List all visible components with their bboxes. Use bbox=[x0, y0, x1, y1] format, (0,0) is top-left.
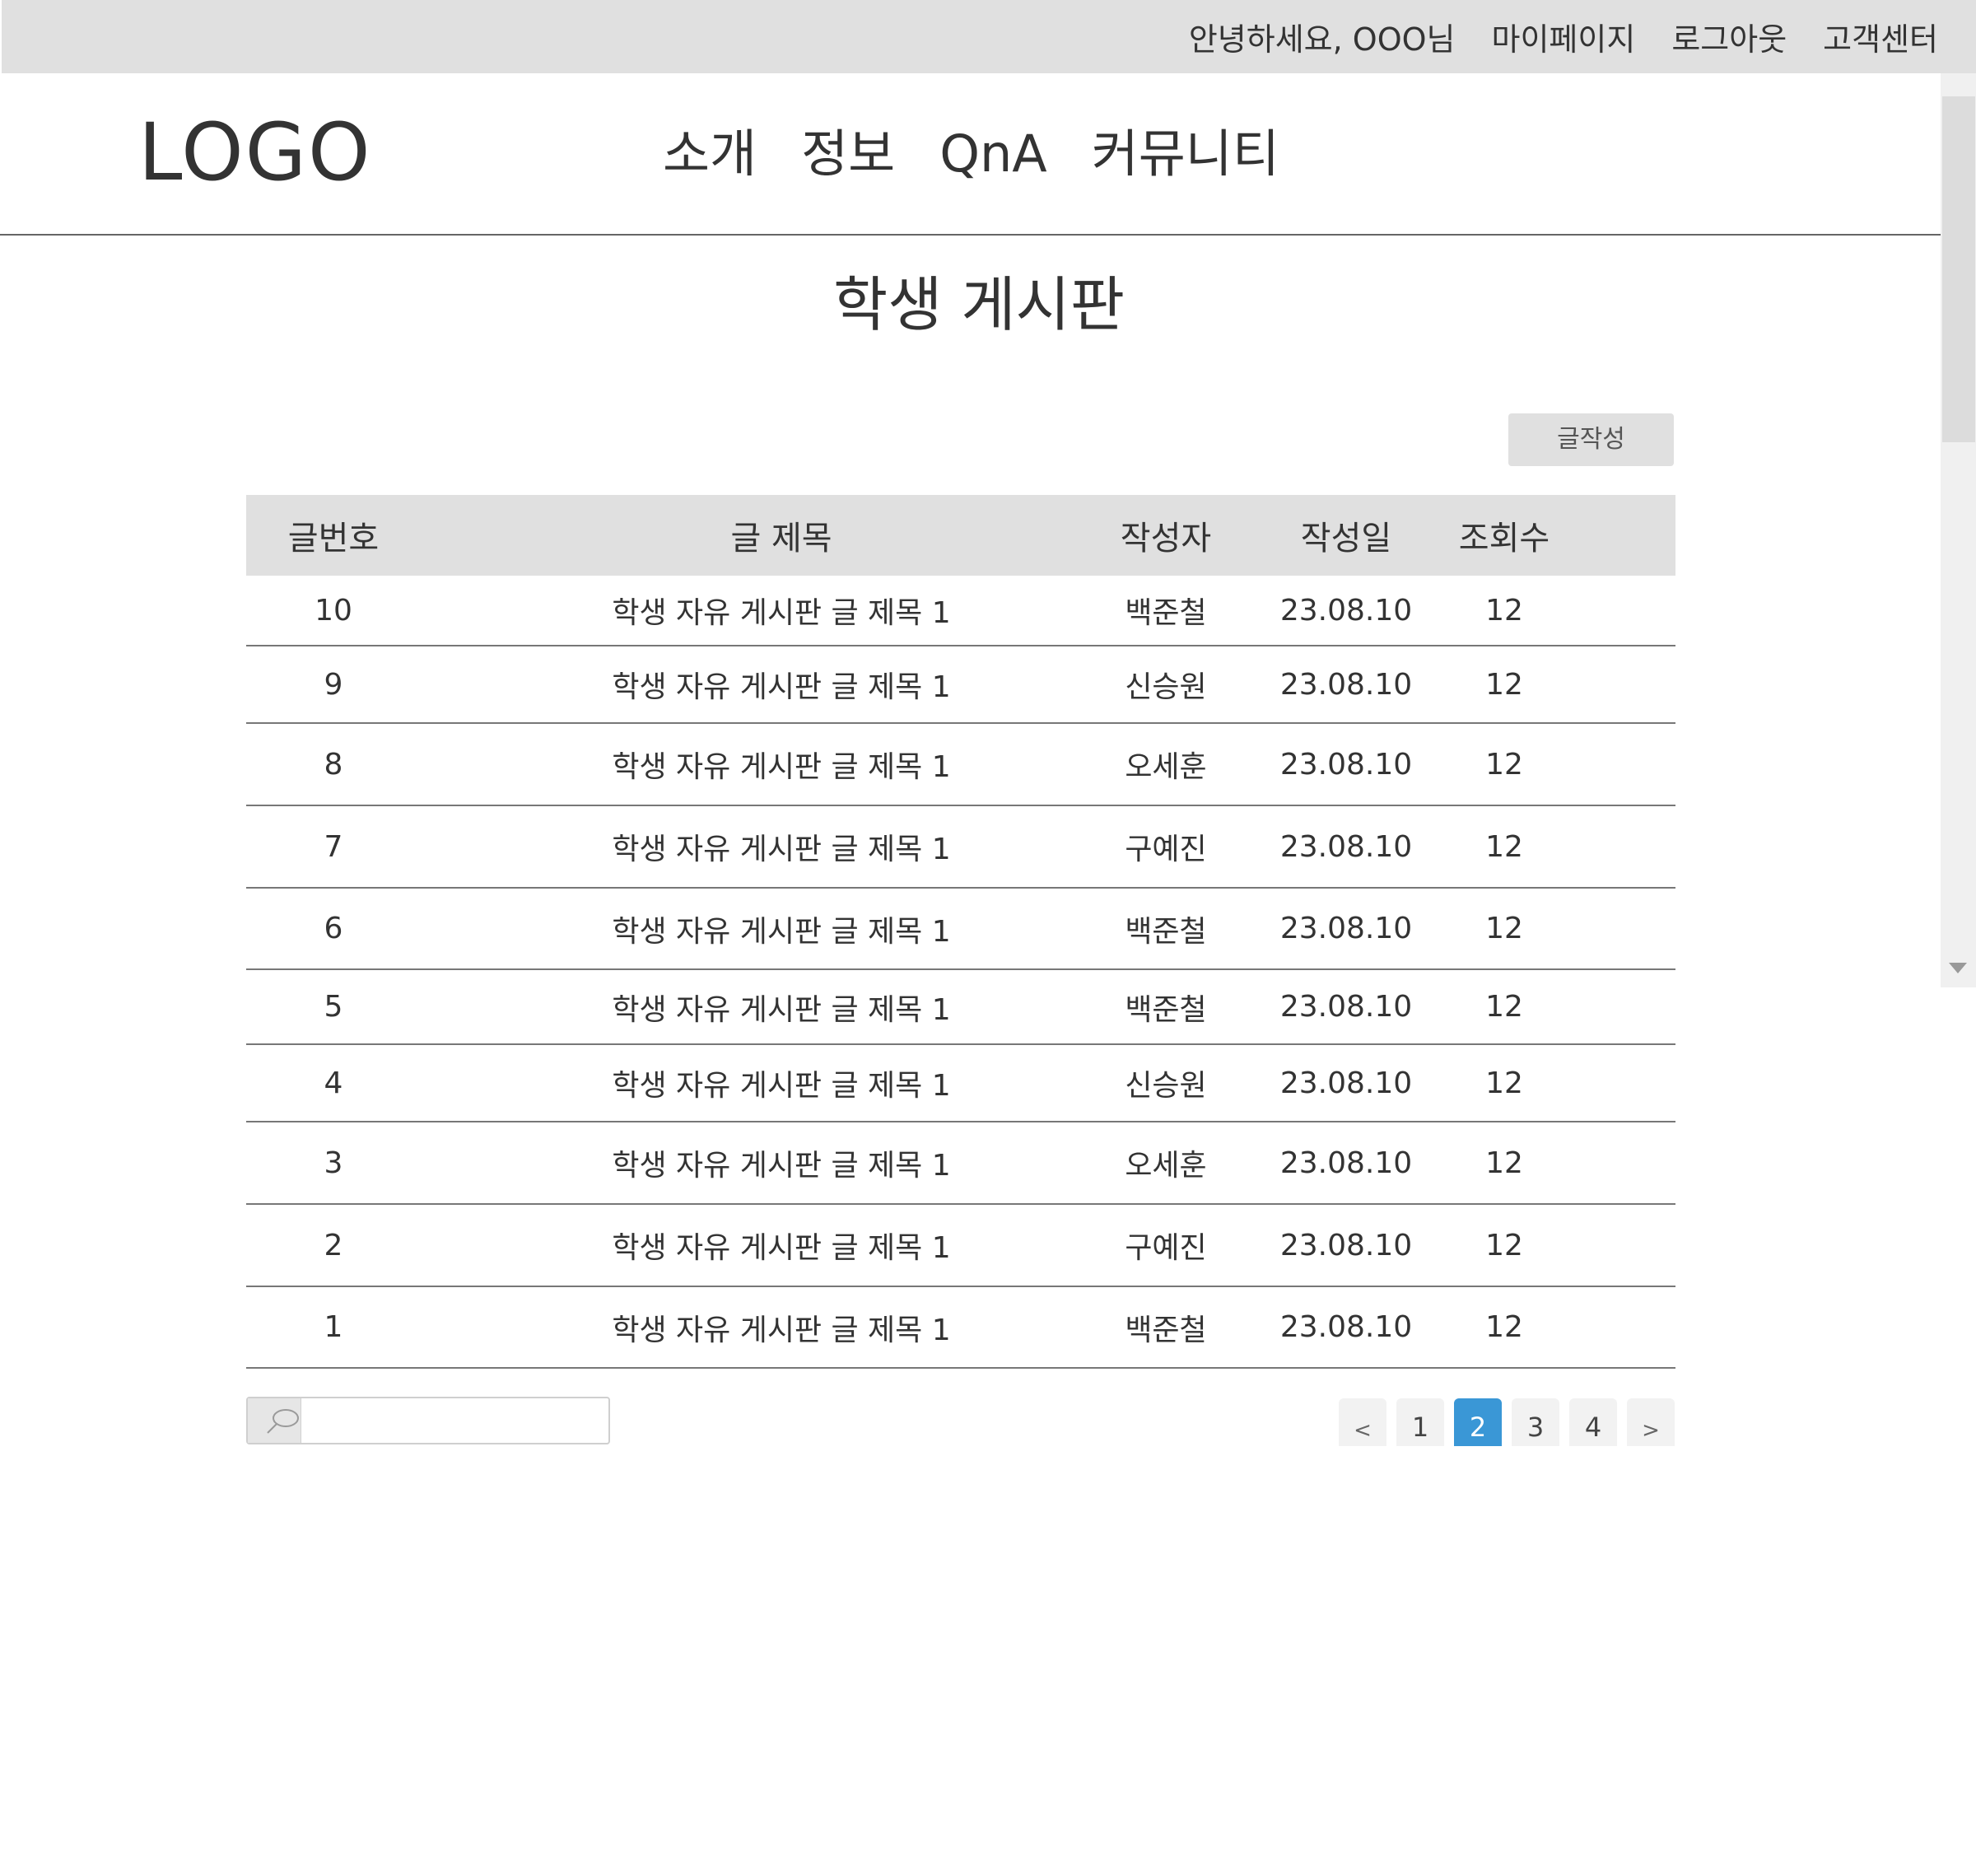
nav-item-info[interactable]: 정보 bbox=[801, 117, 895, 191]
page-1-button[interactable]: 1 bbox=[1396, 1398, 1444, 1446]
post-author: 신승원 bbox=[1125, 1069, 1207, 1103]
post-number: 3 bbox=[324, 1146, 343, 1180]
nav-item-intro[interactable]: 소개 bbox=[663, 117, 757, 191]
search-box bbox=[246, 1397, 610, 1444]
post-views: 12 bbox=[1485, 667, 1523, 702]
write-post-button[interactable]: 글작성 bbox=[1508, 413, 1674, 466]
header-views: 조회수 bbox=[1458, 520, 1550, 558]
search-input[interactable] bbox=[301, 1398, 608, 1443]
post-author: 백준철 bbox=[1125, 992, 1207, 1027]
header-post-number: 글번호 bbox=[287, 520, 380, 558]
table-row[interactable]: 2 학생 자유 게시판 글 제목 1 구예진 23.08.10 12 bbox=[246, 1205, 1675, 1287]
post-date: 23.08.10 bbox=[1279, 912, 1413, 945]
post-title-link[interactable]: 학생 자유 게시판 글 제목 1 bbox=[518, 576, 1045, 645]
table-row[interactable]: 9 학생 자유 게시판 글 제목 1 신승원 23.08.10 12 bbox=[246, 646, 1675, 724]
logout-link[interactable]: 로그아웃 bbox=[1671, 14, 1787, 59]
table-row[interactable]: 6 학생 자유 게시판 글 제목 1 백준철 23.08.10 12 bbox=[246, 889, 1675, 970]
board-table: 글번호 글 제목 작성자 작성일 조회수 10 학생 자유 게시판 글 제목 1… bbox=[246, 495, 1675, 1369]
site-logo[interactable]: LOGO bbox=[138, 107, 372, 198]
greeting-text: 안녕하세요, OOO님 bbox=[1188, 21, 1456, 58]
pagination-prev-button[interactable]: < bbox=[1339, 1398, 1386, 1446]
post-date: 23.08.10 bbox=[1279, 1066, 1413, 1100]
post-number: 7 bbox=[324, 829, 343, 864]
header-post-title: 글 제목 bbox=[730, 520, 832, 558]
table-row[interactable]: 10 학생 자유 게시판 글 제목 1 백준철 23.08.10 12 bbox=[246, 576, 1675, 646]
post-views: 12 bbox=[1485, 829, 1523, 864]
pagination-next-button[interactable]: > bbox=[1627, 1398, 1675, 1446]
post-views: 12 bbox=[1485, 747, 1523, 782]
post-title-link[interactable]: 학생 자유 게시판 글 제목 1 bbox=[518, 646, 1045, 722]
post-number: 4 bbox=[324, 1066, 343, 1100]
table-row[interactable]: 3 학생 자유 게시판 글 제목 1 오세훈 23.08.10 12 bbox=[246, 1122, 1675, 1205]
post-views: 12 bbox=[1485, 1310, 1523, 1344]
header-author: 작성자 bbox=[1120, 520, 1212, 558]
post-author: 백준철 bbox=[1125, 596, 1207, 630]
post-title-link[interactable]: 학생 자유 게시판 글 제목 1 bbox=[518, 1122, 1045, 1203]
post-title-link[interactable]: 학생 자유 게시판 글 제목 1 bbox=[518, 889, 1045, 968]
post-views: 12 bbox=[1485, 1228, 1523, 1262]
post-author: 신승원 bbox=[1125, 670, 1207, 704]
post-title-link[interactable]: 학생 자유 게시판 글 제목 1 bbox=[518, 970, 1045, 1043]
table-row[interactable]: 7 학생 자유 게시판 글 제목 1 구예진 23.08.10 12 bbox=[246, 806, 1675, 889]
table-row[interactable]: 4 학생 자유 게시판 글 제목 1 신승원 23.08.10 12 bbox=[246, 1045, 1675, 1122]
post-date: 23.08.10 bbox=[1279, 593, 1413, 628]
post-author: 백준철 bbox=[1125, 914, 1207, 949]
table-header: 글번호 글 제목 작성자 작성일 조회수 bbox=[246, 495, 1675, 576]
post-date: 23.08.10 bbox=[1279, 1228, 1413, 1262]
post-number: 5 bbox=[324, 990, 343, 1024]
page-title: 학생 게시판 bbox=[832, 270, 1125, 339]
page-4-button[interactable]: 4 bbox=[1569, 1398, 1617, 1446]
post-author: 구예진 bbox=[1125, 1231, 1207, 1265]
post-views: 12 bbox=[1485, 1146, 1523, 1180]
vertical-scrollbar[interactable] bbox=[1941, 73, 1976, 987]
customer-center-link[interactable]: 고객센터 bbox=[1823, 14, 1938, 59]
post-number: 9 bbox=[324, 667, 343, 702]
post-views: 12 bbox=[1485, 990, 1523, 1024]
table-row[interactable]: 5 학생 자유 게시판 글 제목 1 백준철 23.08.10 12 bbox=[246, 970, 1675, 1045]
post-date: 23.08.10 bbox=[1279, 990, 1413, 1024]
post-date: 23.08.10 bbox=[1279, 829, 1413, 864]
search-icon[interactable] bbox=[248, 1398, 301, 1443]
post-views: 12 bbox=[1485, 593, 1523, 628]
post-views: 12 bbox=[1485, 912, 1523, 945]
post-author: 오세훈 bbox=[1125, 750, 1207, 784]
mypage-link[interactable]: 마이페이지 bbox=[1492, 14, 1636, 59]
post-number: 8 bbox=[324, 747, 343, 782]
post-date: 23.08.10 bbox=[1279, 667, 1413, 702]
table-row[interactable]: 1 학생 자유 게시판 글 제목 1 백준철 23.08.10 12 bbox=[246, 1287, 1675, 1369]
post-title-link[interactable]: 학생 자유 게시판 글 제목 1 bbox=[518, 806, 1045, 887]
header-divider bbox=[0, 234, 1941, 236]
post-author: 백준철 bbox=[1125, 1313, 1207, 1347]
nav-item-qna[interactable]: QnA bbox=[939, 117, 1047, 191]
post-date: 23.08.10 bbox=[1279, 1146, 1413, 1180]
pagination: < 1 2 3 4 > bbox=[1339, 1398, 1685, 1446]
post-views: 12 bbox=[1485, 1066, 1523, 1100]
post-number: 2 bbox=[324, 1228, 343, 1262]
post-number: 6 bbox=[324, 912, 343, 945]
nav-item-community[interactable]: 커뮤니티 bbox=[1092, 117, 1279, 191]
page-2-button[interactable]: 2 bbox=[1454, 1398, 1502, 1446]
user-menu: 안녕하세요, OOO님 마이페이지 로그아웃 고객센터 bbox=[1189, 0, 1938, 73]
main-nav: 소개 정보 QnA 커뮤니티 bbox=[663, 117, 1324, 191]
scroll-down-arrow-icon[interactable] bbox=[1949, 963, 1967, 973]
top-utility-bar: 안녕하세요, OOO님 마이페이지 로그아웃 고객센터 bbox=[2, 0, 1976, 73]
post-title-link[interactable]: 학생 자유 게시판 글 제목 1 bbox=[518, 724, 1045, 805]
table-row[interactable]: 8 학생 자유 게시판 글 제목 1 오세훈 23.08.10 12 bbox=[246, 724, 1675, 806]
post-title-link[interactable]: 학생 자유 게시판 글 제목 1 bbox=[518, 1287, 1045, 1367]
post-number: 10 bbox=[315, 593, 352, 628]
post-author: 오세훈 bbox=[1125, 1149, 1207, 1183]
post-title-link[interactable]: 학생 자유 게시판 글 제목 1 bbox=[518, 1205, 1045, 1286]
post-title-link[interactable]: 학생 자유 게시판 글 제목 1 bbox=[518, 1045, 1045, 1121]
header-date: 작성일 bbox=[1300, 520, 1392, 558]
post-number: 1 bbox=[324, 1310, 343, 1344]
page-3-button[interactable]: 3 bbox=[1512, 1398, 1559, 1446]
post-date: 23.08.10 bbox=[1279, 1310, 1413, 1344]
post-date: 23.08.10 bbox=[1279, 747, 1413, 782]
post-author: 구예진 bbox=[1125, 833, 1207, 866]
